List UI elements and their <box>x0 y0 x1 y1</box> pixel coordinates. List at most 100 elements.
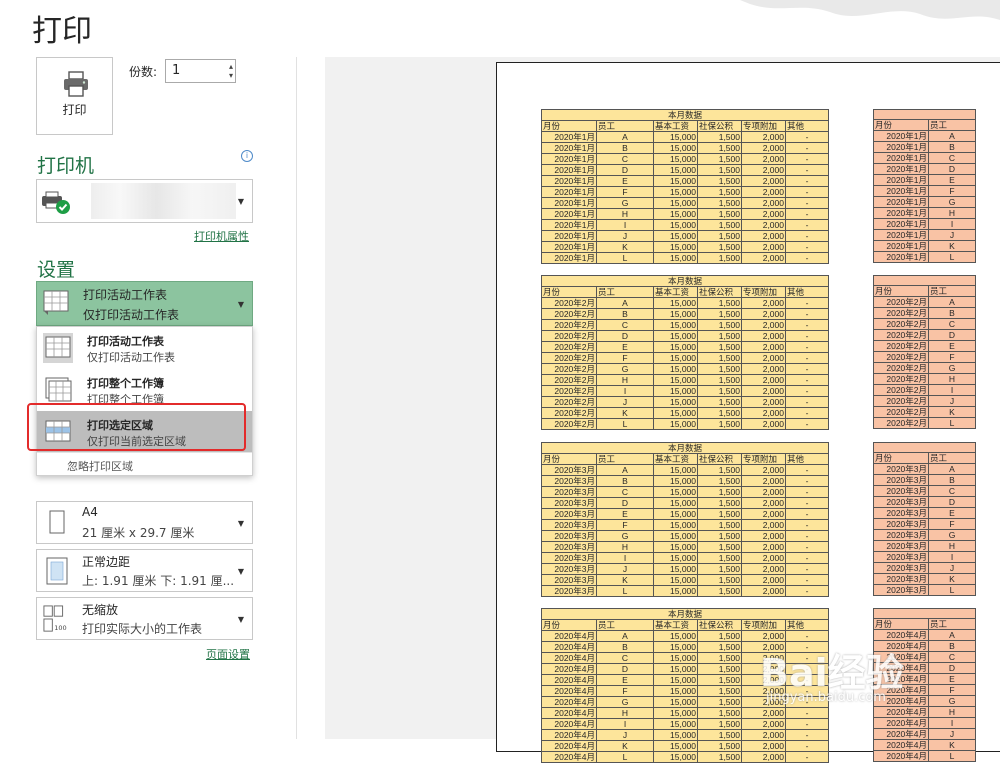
month-cell: 2020年1月 <box>541 153 597 165</box>
print-preview-page: 本月数据 月份 员工 基本工资 社保公积 专项附加 其他 2020年1月 A 15,000 1,50… <box>496 62 1000 763</box>
month-cell: 2020年4月 <box>541 685 597 697</box>
table-row: 2020年1月 F <box>873 185 976 197</box>
month-cell: 2020年1月 <box>873 141 929 153</box>
page-setup-link[interactable]: 页面设置 <box>206 646 250 662</box>
value-cell: 15,000 <box>653 241 698 253</box>
employee-cell: E <box>928 340 976 352</box>
value-cell: 1,500 <box>697 486 742 498</box>
table-row: 2020年2月 C <box>873 318 976 330</box>
employee-cell: K <box>596 407 654 419</box>
table-title-row: 本月数据 <box>540 442 830 454</box>
value-cell: - <box>784 486 830 498</box>
margins-select[interactable]: 正常边距 上: 1.91 厘米 下: 1.91 厘... ▼ <box>36 549 253 592</box>
scaling-select[interactable]: 100 无缩放 打印实际大小的工作表 ▼ <box>36 597 253 640</box>
table-header-cell: 员工 <box>596 619 654 631</box>
value-cell: - <box>784 418 830 430</box>
table-row: 2020年3月 L 15,000 1,500 2,000- <box>541 585 830 597</box>
margins-icon <box>46 557 68 585</box>
ignore-print-area-option[interactable]: 忽略打印区域 <box>67 458 133 474</box>
employee-cell: E <box>928 507 976 519</box>
employee-cell: C <box>596 319 654 331</box>
value-cell: 2,000 <box>741 241 786 253</box>
printer-properties-link[interactable]: 打印机属性 <box>194 228 249 244</box>
page-title: 打印 <box>32 14 92 49</box>
table-header-row: 月份 员工 基本工资 社保公积 专项附加 其他 <box>541 453 830 465</box>
table-row: 2020年2月 K 15,000 1,500 2,000- <box>541 407 830 419</box>
dropdown-item-active-sheet[interactable]: 打印活动工作表 仅打印活动工作表 <box>37 327 252 369</box>
value-cell: 15,000 <box>653 630 698 642</box>
value-cell: 15,000 <box>653 131 698 143</box>
employee-cell: I <box>596 219 654 231</box>
month-cell: 2020年2月 <box>873 373 929 385</box>
table-row: 2020年1月 G <box>873 196 976 208</box>
spin-up-icon[interactable]: ▴ <box>229 63 233 71</box>
table-header-row: 月份 员工 <box>873 285 976 297</box>
value-cell: 1,500 <box>697 341 742 353</box>
month-cell: 2020年3月 <box>873 584 929 596</box>
value-cell: 15,000 <box>653 197 698 209</box>
month-cell: 2020年1月 <box>873 229 929 241</box>
month-cell: 2020年1月 <box>541 142 597 154</box>
pane-divider <box>296 57 297 739</box>
employee-cell: B <box>596 142 654 154</box>
month-cell: 2020年3月 <box>541 574 597 586</box>
table-row: 2020年2月 G <box>873 362 976 374</box>
print-what-select[interactable]: 打印活动工作表 仅打印活动工作表 ▼ <box>36 281 253 326</box>
table-header-row: 月份 员工 <box>873 119 976 131</box>
value-cell: 1,500 <box>697 164 742 176</box>
print-button[interactable]: 打印 <box>36 57 113 135</box>
value-cell: - <box>784 475 830 487</box>
value-cell: 2,000 <box>741 630 786 642</box>
value-cell: 1,500 <box>697 241 742 253</box>
print-what-dropdown: 打印活动工作表 仅打印活动工作表 打印整个工作簿 打印整个工作簿 打印选定区域 … <box>36 326 253 476</box>
scaling-main: 无缩放 <box>82 603 119 617</box>
employee-cell: B <box>596 641 654 653</box>
value-cell: 2,000 <box>741 230 786 242</box>
table-row: 2020年2月 E 15,000 1,500 2,000- <box>541 341 830 353</box>
info-icon[interactable]: i <box>241 150 253 162</box>
value-cell: 2,000 <box>741 530 786 542</box>
employee-cell: K <box>928 406 976 418</box>
employee-cell: F <box>596 519 654 531</box>
month-cell: 2020年3月 <box>541 585 597 597</box>
employee-cell: A <box>596 464 654 476</box>
table-row: 2020年3月 H <box>873 540 976 552</box>
table-row: 2020年2月 L 15,000 1,500 2,000- <box>541 418 830 430</box>
month-cell: 2020年3月 <box>873 529 929 541</box>
copies-input[interactable]: 1 ▴ ▾ <box>165 59 236 83</box>
month-cell: 2020年2月 <box>541 341 597 353</box>
value-cell: 2,000 <box>741 385 786 397</box>
table-row: 2020年2月 C 15,000 1,500 2,000- <box>541 319 830 331</box>
month-cell: 2020年3月 <box>541 552 597 564</box>
month-cell: 2020年3月 <box>541 563 597 575</box>
table-row: 2020年1月 C <box>873 152 976 164</box>
value-cell: 15,000 <box>653 330 698 342</box>
employee-cell: K <box>928 739 976 751</box>
spin-down-icon[interactable]: ▾ <box>229 72 233 80</box>
employee-cell: J <box>596 230 654 242</box>
value-cell: 1,500 <box>697 197 742 209</box>
table-title-blank <box>873 109 976 120</box>
paper-size-main: A4 <box>82 505 98 519</box>
employee-cell: B <box>928 474 976 486</box>
value-cell: 2,000 <box>741 186 786 198</box>
paper-size-select[interactable]: A4 21 厘米 x 29.7 厘米 ▼ <box>36 501 253 544</box>
employee-cell: I <box>596 718 654 730</box>
table-header-cell: 月份 <box>873 285 929 297</box>
value-cell: 2,000 <box>741 508 786 520</box>
value-cell: 2,000 <box>741 363 786 375</box>
value-cell: - <box>784 164 830 176</box>
value-cell: - <box>784 707 830 719</box>
value-cell: - <box>784 219 830 231</box>
printer-select[interactable]: ▼ <box>36 179 253 223</box>
value-cell: 2,000 <box>741 497 786 509</box>
employee-cell: D <box>596 497 654 509</box>
copies-value: 1 <box>172 63 181 78</box>
table-header-row: 月份 员工 基本工资 社保公积 专项附加 其他 <box>541 619 830 631</box>
value-cell: 1,500 <box>697 574 742 586</box>
value-cell: 15,000 <box>653 186 698 198</box>
month-cell: 2020年2月 <box>541 297 597 309</box>
value-cell: 2,000 <box>741 219 786 231</box>
table-row: 2020年1月 A <box>873 130 976 142</box>
table-header-cell: 月份 <box>541 619 597 631</box>
